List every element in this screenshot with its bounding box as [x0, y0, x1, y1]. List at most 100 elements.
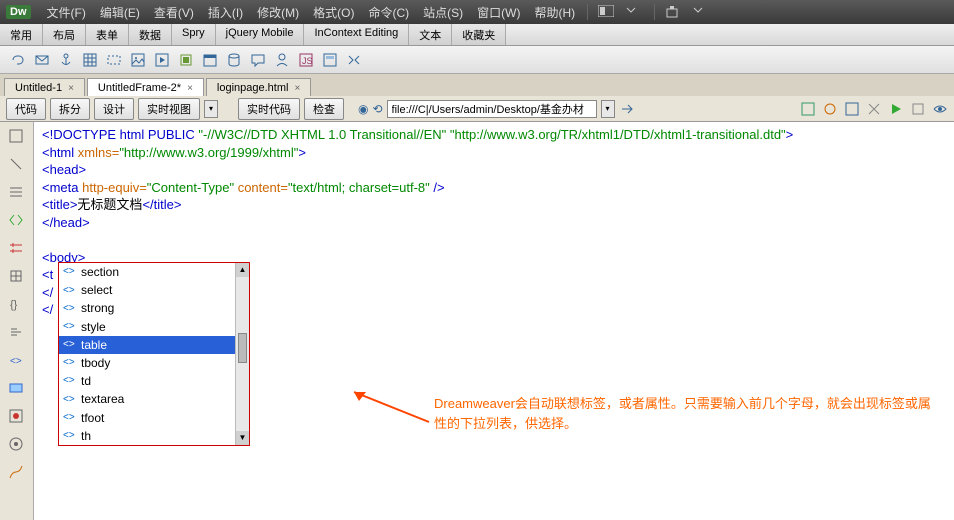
insert-comment-icon[interactable] — [248, 50, 268, 70]
nav-icon[interactable] — [619, 101, 635, 117]
menu-view[interactable]: 查看(V) — [148, 2, 200, 23]
globe-icon[interactable]: ◉ — [358, 102, 368, 116]
view-design-button[interactable]: 设计 — [94, 98, 134, 120]
insert-widget-icon[interactable] — [176, 50, 196, 70]
code-tool-icon[interactable] — [8, 436, 26, 454]
code-tool-icon[interactable] — [8, 380, 26, 398]
cat-forms[interactable]: 表单 — [86, 24, 129, 45]
code-tool-icon[interactable]: {} — [8, 296, 26, 314]
insert-tag-icon[interactable] — [344, 50, 364, 70]
scrollbar[interactable]: ▲ ▼ — [235, 263, 249, 445]
insert-server-icon[interactable] — [224, 50, 244, 70]
livecode-button[interactable]: 实时代码 — [238, 98, 300, 120]
view-live-button[interactable]: 实时视图 — [138, 98, 200, 120]
doctab-loginpage[interactable]: loginpage.html× — [206, 78, 311, 96]
code-tool-icon[interactable] — [8, 324, 26, 342]
insert-template-icon[interactable] — [320, 50, 340, 70]
view-split-button[interactable]: 拆分 — [50, 98, 90, 120]
dropdown-icon[interactable]: ▾ — [204, 100, 218, 118]
menu-edit[interactable]: 编辑(E) — [94, 2, 146, 23]
insert-media-icon[interactable] — [152, 50, 172, 70]
code-tool-icon[interactable] — [8, 240, 26, 258]
ac-item-table[interactable]: <>table — [59, 336, 249, 354]
doctab-label: Untitled-1 — [15, 82, 62, 94]
app-logo: Dw — [6, 5, 31, 19]
tag-icon: <> — [63, 374, 77, 388]
scroll-down-icon[interactable]: ▼ — [236, 431, 249, 445]
code-tool-icon[interactable] — [8, 128, 26, 146]
code-tool-icon[interactable] — [8, 184, 26, 202]
dropdown-icon[interactable]: ▾ — [601, 100, 615, 118]
ac-item-strong[interactable]: <>strong — [59, 299, 249, 317]
annotation-text: Dreamweaver会自动联想标签，或者属性。只需要输入前几个字母，就会出现标… — [434, 394, 934, 433]
ac-label: select — [81, 282, 112, 298]
view-code-button[interactable]: 代码 — [6, 98, 46, 120]
ac-item-style[interactable]: <>style — [59, 318, 249, 336]
insert-email-icon[interactable] — [32, 50, 52, 70]
insert-table-icon[interactable] — [80, 50, 100, 70]
code-tool-icon[interactable] — [8, 212, 26, 230]
code-tool-icon[interactable] — [8, 464, 26, 482]
workspace-dropdown-icon[interactable] — [626, 5, 644, 19]
ac-item-section[interactable]: <>section — [59, 263, 249, 281]
tool-icon[interactable] — [822, 101, 838, 117]
insert-image-icon[interactable] — [128, 50, 148, 70]
cat-common[interactable]: 常用 — [0, 24, 43, 45]
ac-item-textarea[interactable]: <>textarea — [59, 390, 249, 408]
menu-help[interactable]: 帮助(H) — [528, 2, 581, 23]
inspect-button[interactable]: 检查 — [304, 98, 344, 120]
scroll-up-icon[interactable]: ▲ — [236, 263, 249, 277]
menu-window[interactable]: 窗口(W) — [471, 2, 526, 23]
address-input[interactable] — [387, 100, 597, 118]
close-icon[interactable]: × — [187, 83, 193, 94]
menu-insert[interactable]: 插入(I) — [202, 2, 249, 23]
cat-incontext[interactable]: InContext Editing — [304, 24, 409, 45]
ac-item-select[interactable]: <>select — [59, 281, 249, 299]
ac-item-th[interactable]: <>th — [59, 427, 249, 445]
tool-icon[interactable] — [866, 101, 882, 117]
insert-div-icon[interactable] — [104, 50, 124, 70]
ac-item-tfoot[interactable]: <>tfoot — [59, 409, 249, 427]
code-text: "http://www.w3.org/TR/xhtml1/DTD/xhtml1-… — [450, 127, 786, 142]
play-icon[interactable] — [888, 101, 904, 117]
code-tool-icon[interactable] — [8, 408, 26, 426]
menu-file[interactable]: 文件(F) — [41, 2, 92, 23]
menu-commands[interactable]: 命令(C) — [362, 2, 415, 23]
code-tool-icon[interactable]: <> — [8, 352, 26, 370]
code-tool-icon[interactable] — [8, 156, 26, 174]
menu-site[interactable]: 站点(S) — [417, 2, 469, 23]
cat-data[interactable]: 数据 — [129, 24, 172, 45]
ac-item-td[interactable]: <> td — [59, 372, 249, 390]
ac-item-tbody[interactable]: <>tbody — [59, 354, 249, 372]
close-icon[interactable]: × — [68, 83, 74, 94]
cat-layout[interactable]: 布局 — [43, 24, 86, 45]
insert-anchor-icon[interactable] — [56, 50, 76, 70]
cat-text[interactable]: 文本 — [409, 24, 452, 45]
tool-icon[interactable] — [800, 101, 816, 117]
doctab-untitled1[interactable]: Untitled-1 × — [4, 78, 85, 96]
tool-icon[interactable] — [844, 101, 860, 117]
tag-icon: <> — [63, 320, 77, 334]
doctab-untitledframe2[interactable]: UntitledFrame-2*× — [87, 78, 204, 96]
cat-spry[interactable]: Spry — [172, 24, 216, 45]
svg-text:{}: {} — [10, 299, 18, 311]
cat-fav[interactable]: 收藏夹 — [452, 24, 506, 45]
ac-label: td — [81, 373, 91, 389]
code-tool-icon[interactable] — [8, 268, 26, 286]
insert-script-icon[interactable]: JS — [296, 50, 316, 70]
workspace-dropdown-icon[interactable] — [693, 5, 711, 19]
cat-jquery[interactable]: jQuery Mobile — [216, 24, 305, 45]
close-icon[interactable]: × — [294, 83, 300, 94]
extension-icon[interactable] — [665, 5, 683, 19]
scroll-thumb[interactable] — [238, 333, 247, 363]
menu-format[interactable]: 格式(O) — [307, 2, 360, 23]
insert-date-icon[interactable] — [200, 50, 220, 70]
tool-icon[interactable] — [932, 101, 948, 117]
layout-icon[interactable] — [598, 5, 616, 19]
refresh-icon[interactable]: ⟲ — [372, 102, 382, 116]
tool-icon[interactable] — [910, 101, 926, 117]
menu-modify[interactable]: 修改(M) — [251, 2, 305, 23]
code-editor[interactable]: <!DOCTYPE html PUBLIC "-//W3C//DTD XHTML… — [34, 122, 954, 520]
insert-hyperlink-icon[interactable] — [8, 50, 28, 70]
insert-head-icon[interactable] — [272, 50, 292, 70]
